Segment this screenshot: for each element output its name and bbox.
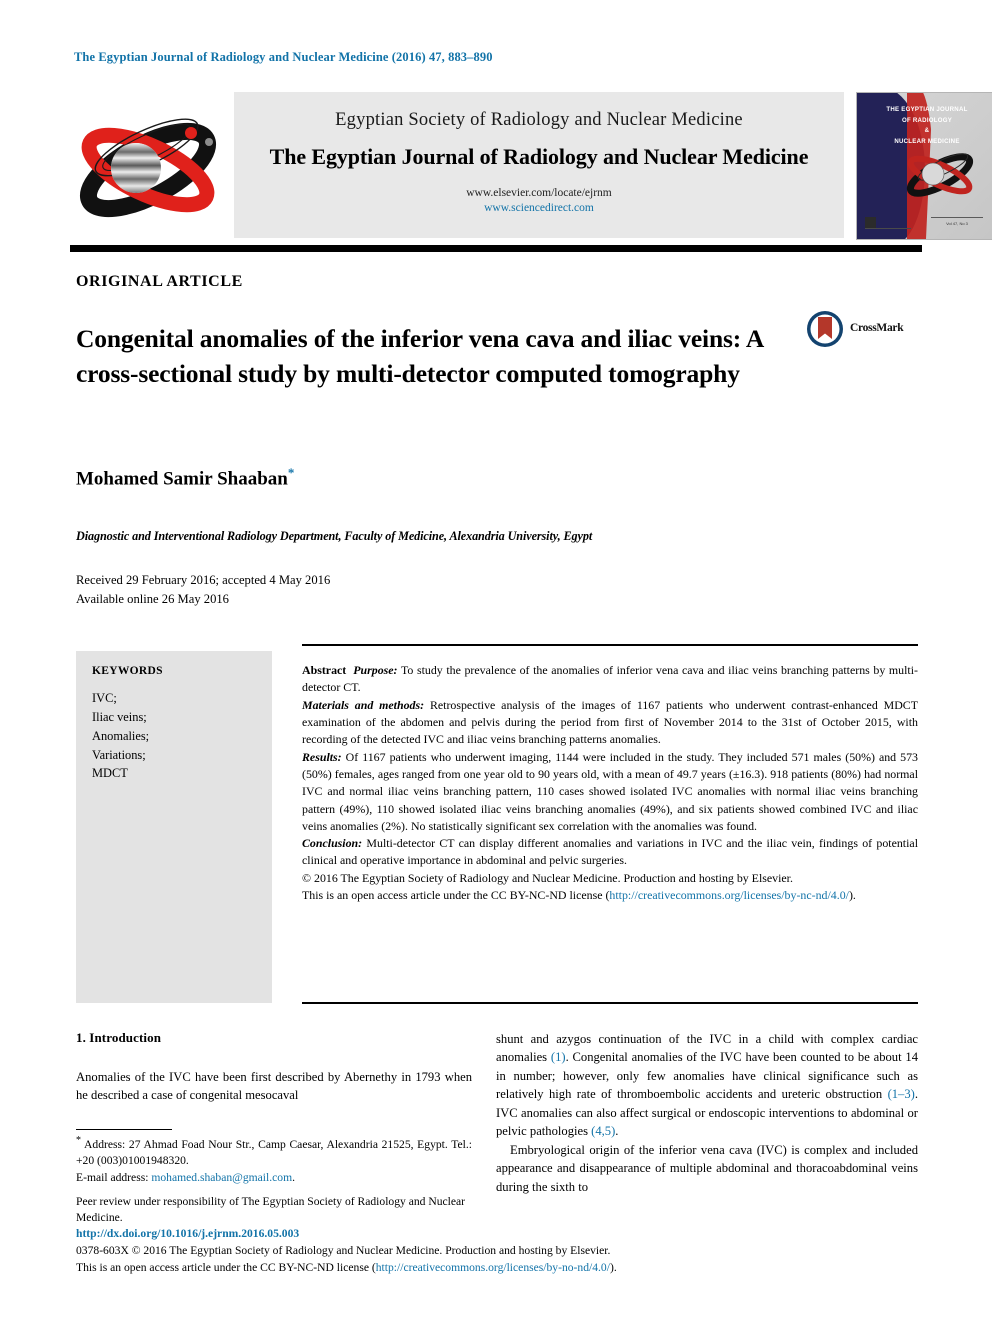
- abstract-results-text: Of 1167 patients who underwent imaging, …: [302, 749, 918, 833]
- journal-article-page: The Egyptian Journal of Radiology and Nu…: [0, 0, 992, 1323]
- abstract-license-link[interactable]: http://creativecommons.org/licenses/by-n…: [609, 888, 849, 902]
- keywords-heading: KEYWORDS: [92, 665, 163, 677]
- author-affiliation: Diagnostic and Interventional Radiology …: [76, 529, 593, 543]
- footnote-email-label: E-mail address:: [76, 1171, 149, 1185]
- footer-license-suffix: ).: [609, 1260, 617, 1274]
- abstract-copyright: © 2016 The Egyptian Society of Radiology…: [302, 870, 918, 887]
- society-name: Egyptian Society of Radiology and Nuclea…: [335, 110, 743, 130]
- keyword-item: Anomalies;: [92, 728, 150, 743]
- citation-ref-1[interactable]: (1): [551, 1050, 566, 1064]
- cover-title-line-3: &: [924, 127, 930, 135]
- abstract-purpose-label: Purpose:: [353, 663, 398, 677]
- abstract-copyright-line: © 2016 The Egyptian Society of Radiology…: [302, 870, 793, 885]
- footnote-peer-review: Peer review under responsibility of The …: [76, 1194, 466, 1225]
- cover-society-logo-icon: [906, 153, 974, 197]
- masthead-divider: [70, 245, 922, 252]
- elsevier-url[interactable]: www.elsevier.com/locate/ejrnm: [234, 186, 844, 201]
- footnote-address-text: Address: 27 Ahmad Foad Nour Str., Camp C…: [76, 1137, 472, 1168]
- sciencedirect-url[interactable]: www.sciencedirect.com: [234, 201, 844, 216]
- section-heading-introduction: 1. Introduction: [76, 1030, 162, 1045]
- abstract-license: This is an open access article under the…: [302, 887, 918, 904]
- keyword-item: IVC;: [92, 691, 117, 705]
- author-name-text: Mohamed Samir Shaaban: [76, 468, 288, 490]
- journal-cover-thumbnail: THE EGYPTIAN JOURNAL OF RADIOLOGY & NUCL…: [856, 92, 992, 240]
- author-name: Mohamed Samir Shaaban*: [76, 465, 294, 490]
- body-column-right: shunt and azygos continuation of the IVC…: [496, 1030, 918, 1196]
- keyword-item: Variations;: [92, 747, 146, 762]
- journal-name: The Egyptian Journal of Radiology and Nu…: [269, 144, 809, 169]
- cover-footer: Vol 47, No 3: [865, 217, 985, 231]
- footnote-block: * Address: 27 Ahmad Foad Nour Str., Camp…: [76, 1134, 472, 1227]
- article-dates: Received 29 February 2016; accepted 4 Ma…: [76, 571, 330, 608]
- cover-volume-label: Vol 47, No 3: [931, 217, 983, 232]
- running-head: The Egyptian Journal of Radiology and Nu…: [74, 50, 493, 64]
- footer-license-prefix: This is an open access article under the…: [76, 1260, 376, 1274]
- citation-ref-1-3[interactable]: (1–3): [888, 1087, 915, 1101]
- cover-title-line-1: THE EGYPTIAN JOURNAL: [886, 106, 968, 113]
- keywords-list: IVC; Iliac veins; Anomalies; Variations;…: [92, 689, 149, 783]
- introduction-paragraph-right-2: Embryological origin of the inferior ven…: [496, 1142, 918, 1194]
- available-online-date: Available online 26 May 2016: [76, 591, 229, 606]
- footnote-email-period: .: [292, 1171, 296, 1185]
- abstract-results: Results: Of 1167 patients who underwent …: [302, 749, 918, 836]
- abstract-label: Abstract: [302, 663, 347, 677]
- introduction-paragraph-right-1: shunt and azygos continuation of the IVC…: [496, 1030, 918, 1141]
- author-footnote-marker[interactable]: *: [288, 465, 295, 480]
- body-column-left: 1. Introduction Anomalies of the IVC hav…: [76, 1030, 472, 1105]
- footnote-rule: [76, 1129, 172, 1130]
- abstract-bottom-rule: [302, 1002, 918, 1004]
- keyword-item: MDCT: [92, 766, 128, 781]
- abstract-license-suffix: ).: [848, 888, 856, 903]
- masthead-urls: www.elsevier.com/locate/ejrnm www.scienc…: [234, 186, 844, 215]
- doi-link[interactable]: http://dx.doi.org/10.1016/j.ejrnm.2016.0…: [76, 1226, 836, 1243]
- crossmark-icon[interactable]: [806, 310, 844, 348]
- masthead-center: Egyptian Society of Radiology and Nuclea…: [234, 92, 844, 238]
- keyword-item: Iliac veins;: [92, 709, 147, 724]
- footnote-email: E-mail address: mohamed.shaban@gmail.com…: [76, 1170, 472, 1187]
- footnote-email-link[interactable]: mohamed.shaban@gmail.com: [151, 1171, 292, 1184]
- abstract-block: Abstract Purpose: To study the prevalence…: [302, 662, 918, 904]
- abstract-methods-label: Materials and methods:: [302, 697, 425, 712]
- abstract-results-label: Results:: [302, 749, 342, 764]
- footnote-address: * Address: 27 Ahmad Foad Nour Str., Camp…: [76, 1134, 472, 1170]
- cover-publisher-box: [865, 217, 876, 228]
- abstract-conclusion-text: Multi-detector CT can display different …: [302, 836, 918, 868]
- abstract-conclusion-label: Conclusion:: [302, 836, 363, 851]
- keywords-panel: KEYWORDS IVC; Iliac veins; Anomalies; Va…: [76, 651, 272, 1003]
- footnote-marker: *: [76, 1135, 81, 1146]
- cover-title-text: THE EGYPTIAN JOURNAL OF RADIOLOGY & NUCL…: [871, 105, 983, 148]
- footer-license-line: This is an open access article under the…: [76, 1260, 836, 1277]
- crossmark-badge[interactable]: CrossMark: [806, 310, 918, 350]
- abstract-license-prefix: This is an open access article under the…: [302, 888, 610, 903]
- page-title: Congenital anomalies of the inferior ven…: [76, 324, 763, 388]
- received-date: Received 29 February 2016; accepted 4 Ma…: [76, 573, 331, 587]
- abstract-top-rule: [302, 644, 918, 646]
- abstract-methods: Materials and methods: Retrospective ana…: [302, 697, 918, 749]
- issn-copyright-line: 0378-603X © 2016 The Egyptian Society of…: [76, 1243, 611, 1257]
- abstract-purpose: Abstract Purpose: To study the prevalence…: [302, 662, 918, 697]
- footer-license-link[interactable]: http://creativecommons.org/licenses/by-n…: [376, 1261, 610, 1274]
- page-footer: http://dx.doi.org/10.1016/j.ejrnm.2016.0…: [76, 1226, 836, 1276]
- article-type-label: ORIGINAL ARTICLE: [76, 273, 243, 290]
- society-logo-icon: [79, 118, 217, 218]
- journal-masthead: Egyptian Society of Radiology and Nuclea…: [74, 92, 992, 240]
- abstract-conclusion: Conclusion: Multi-detector CT can displa…: [302, 835, 918, 870]
- intro-r1-d: .: [615, 1124, 619, 1139]
- crossmark-label: CrossMark: [850, 322, 904, 334]
- introduction-paragraph-left: Anomalies of the IVC have been first des…: [76, 1070, 472, 1103]
- cover-title-line-2: OF RADIOLOGY: [901, 116, 953, 124]
- cover-title-line-4: NUCLEAR MEDICINE: [894, 137, 960, 145]
- citation-ref-4-5[interactable]: (4,5): [591, 1124, 615, 1138]
